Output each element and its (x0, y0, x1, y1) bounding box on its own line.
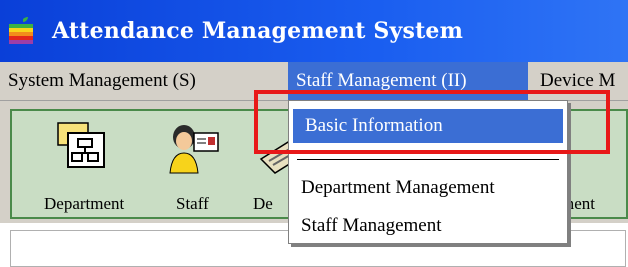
department-icon (57, 122, 105, 168)
department-tool-label: Department (44, 194, 125, 213)
menu-item-department-management[interactable]: Department Management (289, 171, 567, 205)
apple-logo-icon (9, 17, 33, 44)
staff-icon (169, 125, 219, 174)
menu-system-management[interactable]: System Management (S) (2, 62, 202, 100)
window-title: Attendance Management System (52, 18, 464, 44)
title-bar: Attendance Management System (0, 0, 628, 62)
staff-tool-label: Staff (176, 194, 209, 213)
staff-tool-button[interactable]: Staff (132, 111, 232, 217)
device-tool-label: De (253, 194, 273, 213)
department-tool-button[interactable]: Department (12, 111, 132, 217)
menu-item-staff-management[interactable]: Staff Management (289, 209, 567, 243)
menu-separator (297, 159, 559, 160)
app-window: Attendance Management System System Mana… (0, 0, 628, 267)
highlight-box (254, 90, 610, 154)
